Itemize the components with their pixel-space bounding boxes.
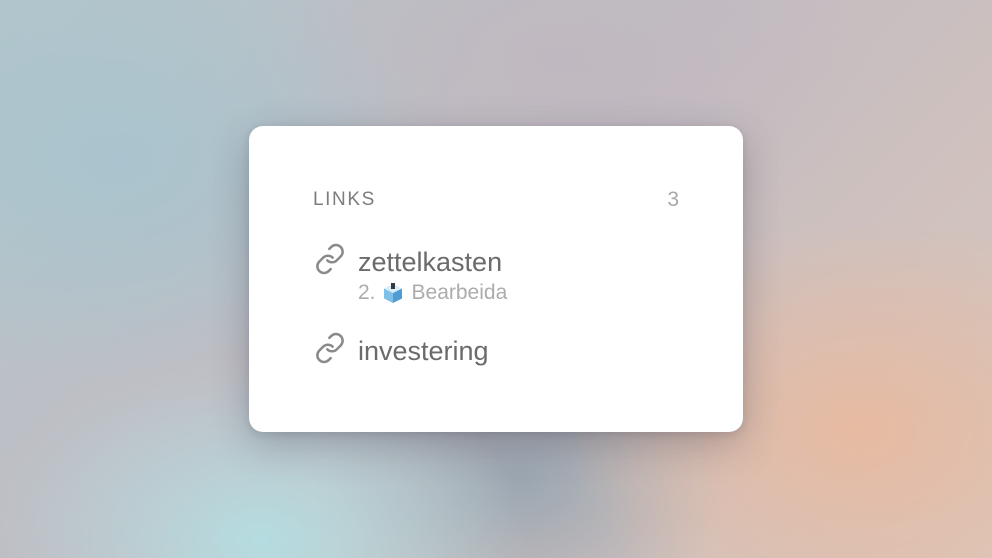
link-item-zettelkasten[interactable]: zettelkasten 2. Bearbeida xyxy=(313,242,507,306)
link-title[interactable]: investering xyxy=(358,335,489,367)
links-section-title: LINKS xyxy=(313,189,376,210)
link-icon xyxy=(313,331,347,365)
link-subtitle-index: 2. xyxy=(358,281,376,304)
links-header: LINKS 3 xyxy=(313,188,679,212)
box-icon xyxy=(382,282,404,304)
link-subtitle: 2. Bearbeida xyxy=(358,280,507,306)
link-title[interactable]: zettelkasten xyxy=(358,246,507,278)
link-subtitle-label: Bearbeida xyxy=(411,281,508,304)
links-count: 3 xyxy=(667,188,679,211)
links-panel: LINKS 3 zettelkasten 2. Bearbeida invest… xyxy=(249,126,743,432)
link-text: zettelkasten 2. Bearbeida xyxy=(358,242,507,306)
link-icon xyxy=(313,242,347,276)
link-item-investering[interactable]: investering xyxy=(313,331,489,367)
link-text: investering xyxy=(358,331,489,367)
